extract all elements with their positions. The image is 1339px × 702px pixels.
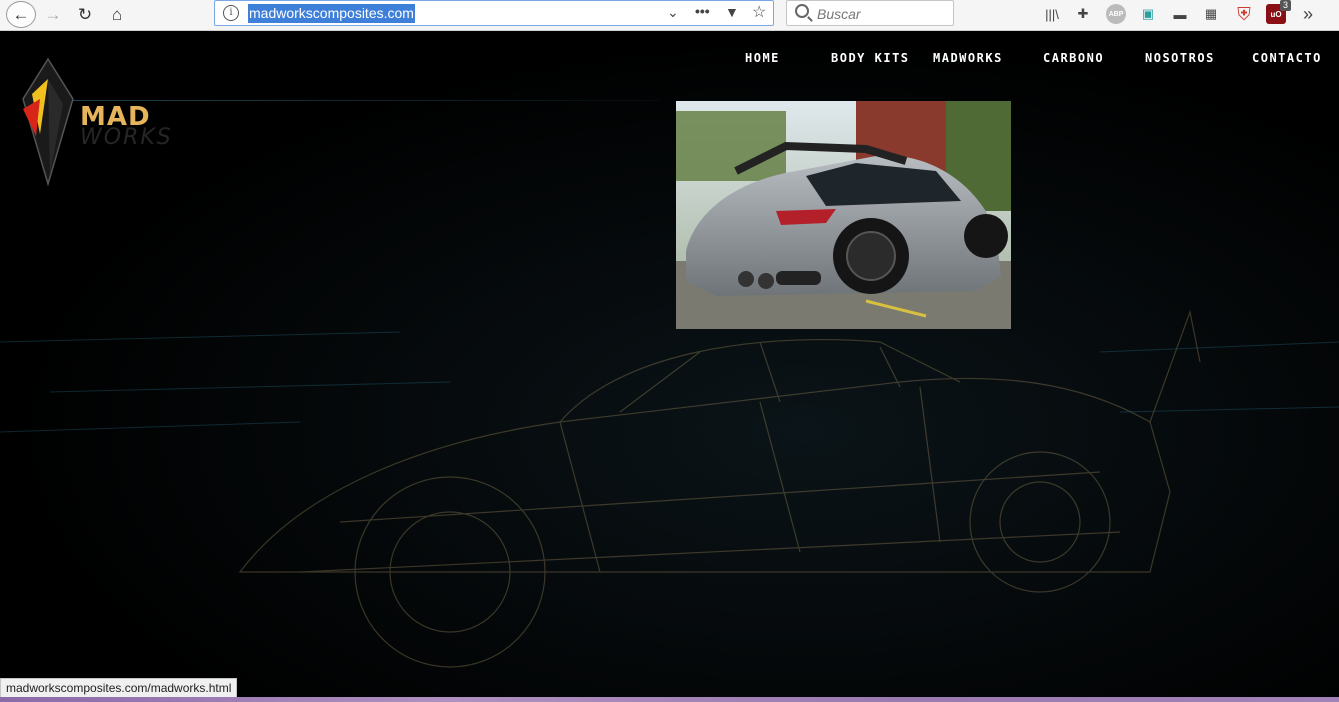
bookmark-star-icon[interactable]: ☆ xyxy=(752,2,766,22)
nav-carbono[interactable]: CARBONO xyxy=(1043,51,1104,65)
car-photo[interactable] xyxy=(676,101,1011,329)
chevron-down-icon[interactable]: ⌄ xyxy=(667,4,679,21)
screenshot-icon[interactable]: ▦ xyxy=(1201,4,1221,24)
nav-contacto[interactable]: CONTACTO xyxy=(1252,51,1322,65)
library-icon[interactable]: |||\ xyxy=(1042,4,1062,24)
main-navigation: HOME BODY KITS MADWORKS CARBONO NOSOTROS… xyxy=(0,51,1339,67)
sidebar-icon[interactable]: ▬ xyxy=(1170,4,1190,24)
home-icon[interactable]: ⌂ xyxy=(104,2,130,28)
nav-nosotros[interactable]: NOSOTROS xyxy=(1145,51,1215,65)
search-field[interactable]: Buscar xyxy=(786,0,954,26)
wireframe-car-background xyxy=(0,309,1339,668)
nav-body-kits[interactable]: BODY KITS xyxy=(831,51,910,65)
ublock-count-badge: 3 xyxy=(1280,0,1292,11)
save-icon[interactable]: ▣ xyxy=(1138,4,1158,24)
address-bar[interactable]: i madworkscomposites.com ⌄ ••• ▼ ☆ xyxy=(214,0,774,26)
forward-arrow-icon[interactable]: → xyxy=(40,2,66,28)
reload-icon[interactable]: ↻ xyxy=(72,2,98,28)
search-icon xyxy=(795,4,809,18)
logo-diamond-icon xyxy=(22,57,74,187)
madworks-logo[interactable]: MAD WORKS xyxy=(18,54,238,194)
search-placeholder: Buscar xyxy=(817,6,861,22)
puzzle-extension-icon[interactable]: ✚ xyxy=(1073,4,1093,24)
status-link-preview: madworkscomposites.com/madworks.html xyxy=(0,678,238,698)
site-info-icon[interactable]: i xyxy=(223,5,239,21)
page-actions-icon[interactable]: ••• xyxy=(695,3,710,19)
browser-toolbar: ← → ↻ ⌂ i madworkscomposites.com ⌄ ••• ▼… xyxy=(0,0,1339,31)
website-page: MAD WORKS HOME BODY KITS MADWORKS CARBON… xyxy=(0,32,1339,697)
url-text[interactable]: madworkscomposites.com xyxy=(248,4,415,23)
brave-shield-icon[interactable]: ⛨ xyxy=(1234,4,1254,24)
nav-home[interactable]: HOME xyxy=(745,51,780,65)
nav-madworks[interactable]: MADWORKS xyxy=(933,51,1003,65)
overflow-chevron-icon[interactable]: » xyxy=(1298,4,1318,24)
pocket-icon[interactable]: ▼ xyxy=(725,4,739,20)
back-arrow-icon[interactable]: ← xyxy=(6,1,36,28)
desktop-taskbar-strip xyxy=(0,697,1339,702)
logo-works-text: WORKS xyxy=(80,125,173,150)
adblock-plus-icon[interactable]: ABP xyxy=(1106,4,1126,24)
car-photo-image xyxy=(676,101,1011,329)
